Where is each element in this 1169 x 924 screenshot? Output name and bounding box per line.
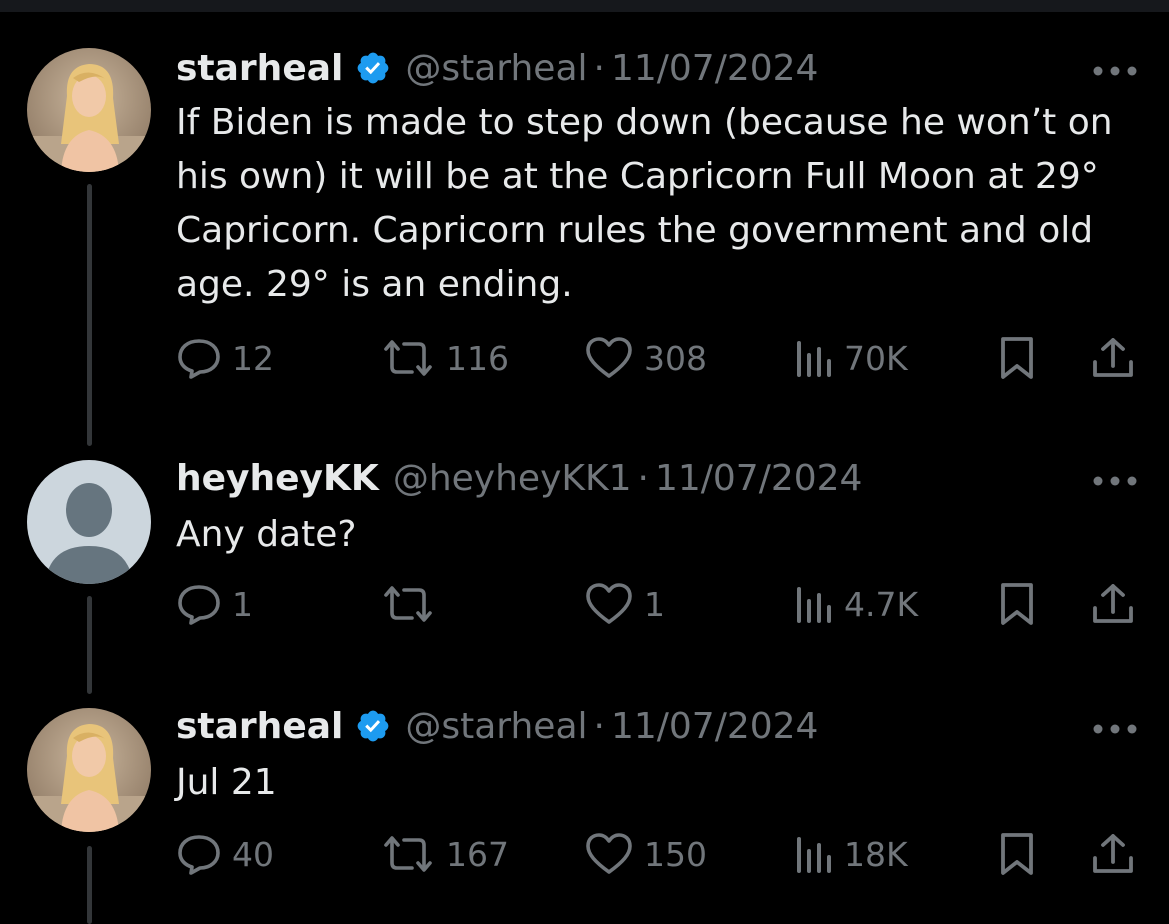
display-name[interactable]: starheal: [176, 706, 343, 747]
speech-bubble-icon: [178, 835, 220, 875]
separator-dot: ·: [637, 457, 649, 499]
bookmark-icon: [1001, 833, 1033, 875]
tweet-date[interactable]: 11/07/2024: [655, 458, 863, 499]
display-name[interactable]: heyheyKK: [176, 458, 379, 499]
bookmark-button[interactable]: [998, 832, 1036, 876]
retweet-button[interactable]: 116: [380, 336, 509, 380]
heart-icon: [586, 583, 632, 624]
heart-icon: [586, 833, 632, 874]
thread-line: [87, 846, 92, 924]
bar-chart-icon: [797, 837, 831, 873]
share-button[interactable]: [1090, 832, 1136, 876]
ellipsis-icon[interactable]: [1092, 720, 1138, 734]
default-avatar-icon: [27, 460, 151, 584]
user-handle[interactable]: @starheal: [405, 706, 587, 747]
ellipsis-icon[interactable]: [1092, 472, 1138, 486]
verified-badge-icon: [355, 50, 391, 86]
retweet-count: 167: [446, 834, 509, 874]
tweet-date[interactable]: 11/07/2024: [611, 706, 819, 747]
user-handle[interactable]: @starheal: [405, 48, 587, 89]
share-upload-icon: [1093, 584, 1133, 623]
retweet-button[interactable]: [380, 582, 446, 626]
separator-dot: ·: [593, 47, 605, 89]
bar-chart-icon: [797, 587, 831, 623]
avatar[interactable]: [27, 460, 151, 584]
reply-count: 40: [232, 834, 274, 874]
views-count: 4.7K: [844, 584, 919, 624]
like-button[interactable]: 308: [584, 336, 707, 380]
reply-count: 1: [232, 584, 253, 624]
reply-button[interactable]: 40: [176, 832, 274, 876]
user-handle[interactable]: @heyheyKK1: [393, 458, 632, 499]
avatar[interactable]: [27, 48, 151, 172]
bookmark-icon: [1001, 583, 1033, 625]
top-bar: [0, 0, 1169, 12]
tweet-text: If Biden is made to step down (because h…: [176, 102, 1124, 305]
tweet-text: Jul 21: [176, 762, 277, 803]
profile-photo: [27, 708, 151, 832]
thread-line: [87, 596, 92, 694]
retweet-arrows-icon: [384, 836, 432, 872]
share-button[interactable]: [1090, 336, 1136, 380]
like-count: 150: [644, 834, 707, 874]
display-name[interactable]: starheal: [176, 48, 343, 89]
like-count: 1: [644, 584, 665, 624]
verified-badge-icon: [355, 708, 391, 744]
views-button[interactable]: 18K: [794, 832, 908, 876]
views-button[interactable]: 70K: [794, 336, 908, 380]
retweet-count: 116: [446, 338, 509, 378]
bookmark-icon: [1001, 337, 1033, 379]
profile-photo: [27, 48, 151, 172]
tweet-date[interactable]: 11/07/2024: [611, 48, 819, 89]
thread-line: [87, 184, 92, 446]
tweet-header: starheal @starheal · 11/07/2024: [176, 46, 818, 90]
speech-bubble-icon: [178, 585, 220, 625]
views-button[interactable]: 4.7K: [794, 582, 918, 626]
tweet-header: starheal @starheal · 11/07/2024: [176, 704, 818, 748]
tweet-header: heyheyKK @heyheyKK1 · 11/07/2024: [176, 456, 862, 500]
reply-button[interactable]: 1: [176, 582, 253, 626]
bar-chart-icon: [797, 341, 831, 377]
share-upload-icon: [1093, 834, 1133, 873]
speech-bubble-icon: [178, 339, 220, 379]
retweet-button[interactable]: 167: [380, 832, 509, 876]
ellipsis-icon[interactable]: [1092, 62, 1138, 76]
retweet-arrows-icon: [384, 340, 432, 376]
bookmark-button[interactable]: [998, 336, 1036, 380]
tweet-text: Any date?: [176, 514, 357, 555]
like-button[interactable]: 150: [584, 832, 707, 876]
share-button[interactable]: [1090, 582, 1136, 626]
reply-button[interactable]: 12: [176, 336, 274, 380]
retweet-arrows-icon: [384, 586, 432, 622]
views-count: 18K: [844, 834, 908, 874]
like-button[interactable]: 1: [584, 582, 665, 626]
avatar[interactable]: [27, 708, 151, 832]
heart-icon: [586, 337, 632, 378]
reply-count: 12: [232, 338, 274, 378]
views-count: 70K: [844, 338, 908, 378]
like-count: 308: [644, 338, 707, 378]
share-upload-icon: [1093, 338, 1133, 377]
bookmark-button[interactable]: [998, 582, 1036, 626]
separator-dot: ·: [593, 705, 605, 747]
